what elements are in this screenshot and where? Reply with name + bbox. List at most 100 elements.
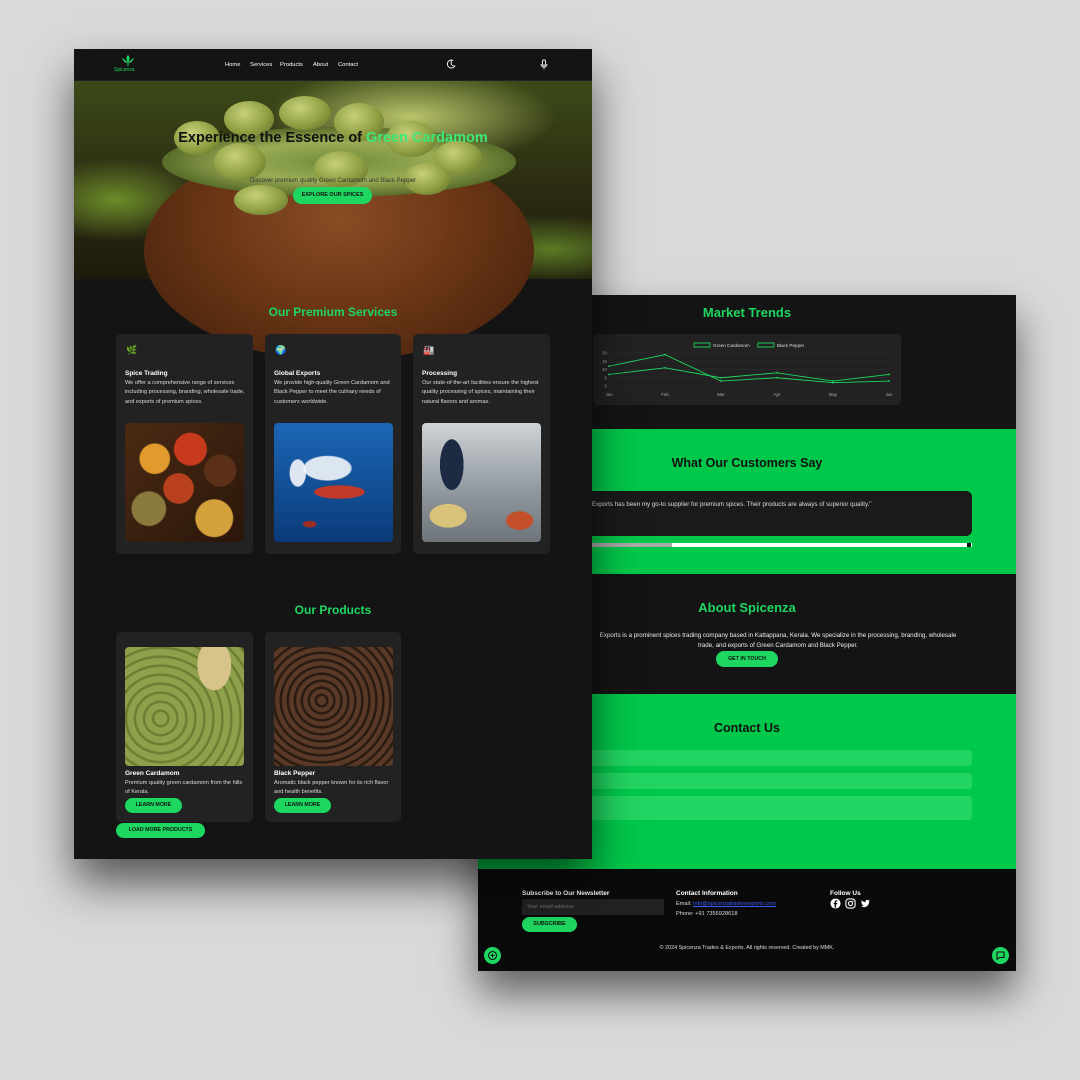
nav-about[interactable]: About <box>313 62 328 68</box>
green-cardamom-image <box>125 647 244 766</box>
nav-products[interactable]: Products <box>280 62 303 68</box>
data-point <box>832 380 834 382</box>
x-tick-label: Mar <box>717 392 725 397</box>
service-card-global-exports[interactable]: 🌍 Global Exports We provide high-quality… <box>265 334 401 554</box>
product-description: Premium quality green cardamom from the … <box>125 780 243 796</box>
y-tick-label: 15 <box>602 359 607 364</box>
get-in-touch-button[interactable]: GET IN TOUCH <box>716 651 778 667</box>
copyright-text: © 2024 Spicenza Trades & Exports. All ri… <box>659 945 835 951</box>
product-description: Aromatic black pepper known for its rich… <box>274 780 389 796</box>
series-line-0 <box>608 354 890 384</box>
nav-contact[interactable]: Contact <box>338 62 358 68</box>
contact-email-line: Email: info@spicenzatradesexports.com <box>676 901 776 907</box>
data-point <box>608 373 610 376</box>
data-point <box>888 373 890 376</box>
data-point <box>832 381 834 384</box>
chat-button[interactable] <box>992 947 1009 964</box>
spice-bowls-image <box>125 423 244 542</box>
x-tick-label: Jun <box>885 392 893 397</box>
hero-title: Experience the Essence of Green Cardamom <box>74 126 592 150</box>
hero-title-highlight: Green Cardamom <box>366 130 488 146</box>
service-description: We offer a comprehensive range of servic… <box>125 380 245 405</box>
product-card-green-cardamom[interactable]: Green Cardamom Premium quality green car… <box>116 632 253 822</box>
nav-services[interactable]: Services <box>250 62 272 68</box>
cardamom-pod <box>234 185 288 215</box>
testimonial-progress-handle[interactable] <box>967 543 971 547</box>
x-tick-label: Feb <box>661 392 669 397</box>
follow-us-title: Follow Us <box>830 890 861 897</box>
site-preview-main: Spicenza Home Services Products About Co… <box>74 49 592 859</box>
hero-section: Experience the Essence of Green Cardamom… <box>74 81 592 361</box>
testimonial-quote: Exports has been my go-to supplier for p… <box>592 501 872 508</box>
y-tick-label: 0 <box>605 384 608 389</box>
contact-phone: Phone: +91 7356928618 <box>676 911 738 917</box>
chat-icon <box>996 951 1005 961</box>
cargo-ship-map-image <box>274 423 393 542</box>
products-title: Our Products <box>294 603 372 617</box>
contact-info-title: Contact Information <box>676 890 738 897</box>
data-point <box>720 380 722 382</box>
legend-label: Black Pepper <box>777 343 805 348</box>
data-point <box>776 376 778 379</box>
y-tick-label: 5 <box>605 375 608 380</box>
product-title: Black Pepper <box>274 770 316 777</box>
twitter-icon[interactable] <box>860 898 871 909</box>
globe-icon: 🌍 <box>275 345 287 355</box>
facebook-icon[interactable] <box>830 898 841 909</box>
testimonial-progress-track[interactable] <box>592 543 972 547</box>
black-pepper-image <box>274 647 393 766</box>
hero-subtitle: Discover premium quality Green Cardamom … <box>249 178 417 184</box>
service-card-processing[interactable]: 🏭 Processing Our state-of-the-art facili… <box>413 334 550 554</box>
data-point <box>720 376 722 379</box>
subscribe-button[interactable]: SUBSCRIBE <box>522 917 577 932</box>
service-description: We provide high-quality Green Cardamom a… <box>274 380 390 405</box>
line-chart: Green Cardamom Black Pepper 20 15 10 5 0 Jan Feb… <box>602 342 893 397</box>
leaf-logo-icon[interactable] <box>120 54 136 66</box>
email-label: Email: <box>676 901 692 907</box>
x-tick-label: Apr <box>774 392 781 397</box>
site-footer: Subscribe to Our Newsletter SUBSCRIBE Co… <box>478 869 1016 971</box>
email-link[interactable]: info@spicenzatradesexports.com <box>693 901 776 907</box>
service-title: Global Exports <box>274 370 321 377</box>
data-point <box>888 380 890 382</box>
explore-spices-button[interactable]: EXPLORE OUR SPICES <box>293 187 372 204</box>
service-description: Our state-of-the-art facilities ensure t… <box>422 380 539 405</box>
microphone-icon[interactable] <box>540 59 548 70</box>
y-tick-label: 10 <box>602 367 607 372</box>
data-point <box>776 371 778 374</box>
instagram-icon[interactable] <box>845 898 856 909</box>
legend-swatch <box>757 342 775 348</box>
y-tick-label: 20 <box>602 351 607 356</box>
load-more-products-button[interactable]: LOAD MORE PRODUCTS <box>116 823 205 838</box>
about-text: Exports is a prominent spices trading co… <box>599 632 957 649</box>
legend-swatch <box>693 342 711 348</box>
cardamom-pod <box>279 96 331 130</box>
hero-title-main: Experience the Essence of <box>178 130 363 146</box>
x-tick-label: May <box>829 392 838 397</box>
scroll-top-button[interactable] <box>484 947 501 964</box>
service-title: Processing <box>422 370 458 377</box>
service-title: Spice Trading <box>125 370 168 377</box>
legend-label: Green Cardamom <box>713 343 750 348</box>
service-card-spice-trading[interactable]: 🌿 Spice Trading We offer a comprehensive… <box>116 334 253 554</box>
processing-facility-image <box>422 423 541 542</box>
learn-more-button[interactable]: LEARN MORE <box>274 798 331 813</box>
product-card-black-pepper[interactable]: Black Pepper Aromatic black pepper known… <box>265 632 401 822</box>
factory-icon: 🏭 <box>423 345 435 355</box>
top-navigation: Spicenza Home Services Products About Co… <box>74 49 592 81</box>
newsletter-email-input[interactable] <box>522 899 664 915</box>
market-trends-chart: Green Cardamom Black Pepper 20 15 10 5 0 Jan Feb… <box>593 334 901 405</box>
compass-icon <box>487 950 498 961</box>
services-title: Our Premium Services <box>268 305 398 319</box>
testimonial-progress-fill <box>592 543 672 547</box>
learn-more-button[interactable]: LEARN MORE <box>125 798 182 813</box>
x-tick-label: Jan <box>605 392 613 397</box>
sprout-icon: 🌿 <box>126 345 138 355</box>
data-point <box>664 353 666 356</box>
logo-text[interactable]: Spicenza <box>114 67 135 73</box>
moon-icon[interactable] <box>446 59 456 69</box>
newsletter-title: Subscribe to Our Newsletter <box>522 890 610 897</box>
data-point <box>664 366 666 369</box>
data-point <box>608 365 610 368</box>
nav-home[interactable]: Home <box>225 62 240 68</box>
